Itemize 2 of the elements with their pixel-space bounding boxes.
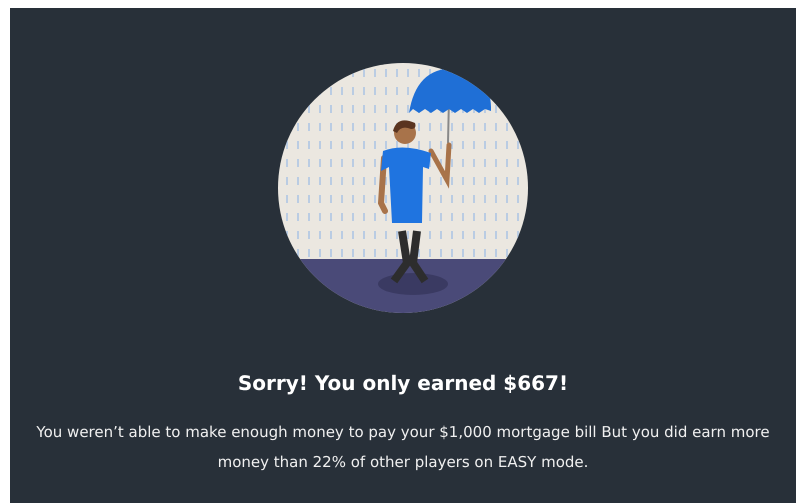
result-title: Sorry! You only earned $667! [238, 371, 568, 395]
result-message: You weren’t able to make enough money to pay your $1,000 mortgage bill But you did earn more money than 22% of other players on EASY mode. [35, 422, 771, 473]
